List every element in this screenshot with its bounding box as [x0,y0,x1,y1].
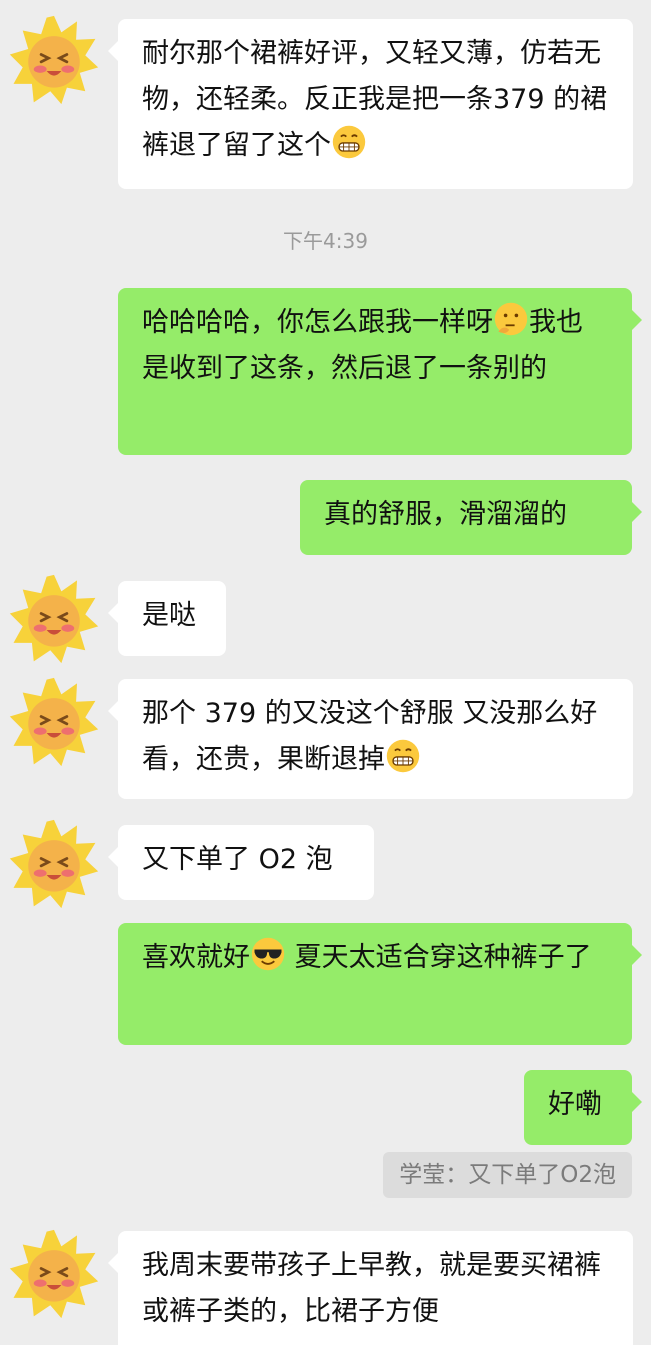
message-text: 那个 379 的又没这个舒服 又没那么好看，还贵，果断退掉 [142,698,598,775]
quoted-reply[interactable]: 学莹：又下单了O2泡 [383,1152,632,1198]
sun-avatar-icon[interactable] [8,676,100,768]
message-text-continued: 夏天太适合穿这种裤子了 [286,942,592,973]
message-text: 是哒 [142,600,196,631]
timestamp: 下午4:39 [283,229,368,253]
message-bubble-incoming[interactable]: 那个 379 的又没这个舒服 又没那么好看，还贵，果断退掉 [108,679,633,799]
sun-avatar-icon[interactable] [8,14,100,106]
message-text: 哈哈哈哈，你怎么跟我一样呀 [142,307,493,338]
message-bubble-outgoing[interactable]: 哈哈哈哈，你怎么跟我一样呀 我也是收到了这条，然后退了一条别的 [118,288,642,455]
message-text: 又下单了 O2 泡 [142,844,333,875]
sunglasses-emoji-icon [250,936,286,972]
grin-emoji-icon [385,738,421,774]
message-bubble-outgoing[interactable]: 好嘞 [524,1070,642,1145]
sun-avatar-icon[interactable] [8,573,100,665]
thinking-emoji-icon [493,301,529,337]
message-bubble-incoming[interactable]: 又下单了 O2 泡 [108,825,374,900]
message-bubble-incoming[interactable]: 我周末要带孩子上早教，就是要买裙裤或裤子类的，比裙子方便 [108,1231,633,1345]
message-bubble-incoming[interactable]: 耐尔那个裙裤好评，又轻又薄，仿若无物，还轻柔。反正我是把一条379 的裙裤退了留… [108,19,633,189]
sun-avatar-icon[interactable] [8,1228,100,1320]
message-text: 好嘞 [548,1089,602,1120]
message-text: 喜欢就好 [142,942,250,973]
message-bubble-outgoing[interactable]: 喜欢就好 夏天太适合穿这种裤子了 [118,923,642,1045]
message-text: 真的舒服，滑溜溜的 [324,499,567,530]
message-text: 耐尔那个裙裤好评，又轻又薄，仿若无物，还轻柔。反正我是把一条379 的裙裤退了留… [142,38,608,161]
message-text: 我周末要带孩子上早教，就是要买裙裤或裤子类的，比裙子方便 [142,1250,601,1327]
grin-emoji-icon [331,124,367,160]
sun-avatar-icon[interactable] [8,818,100,910]
message-bubble-incoming[interactable]: 是哒 [108,581,226,656]
message-bubble-outgoing[interactable]: 真的舒服，滑溜溜的 [300,480,642,555]
